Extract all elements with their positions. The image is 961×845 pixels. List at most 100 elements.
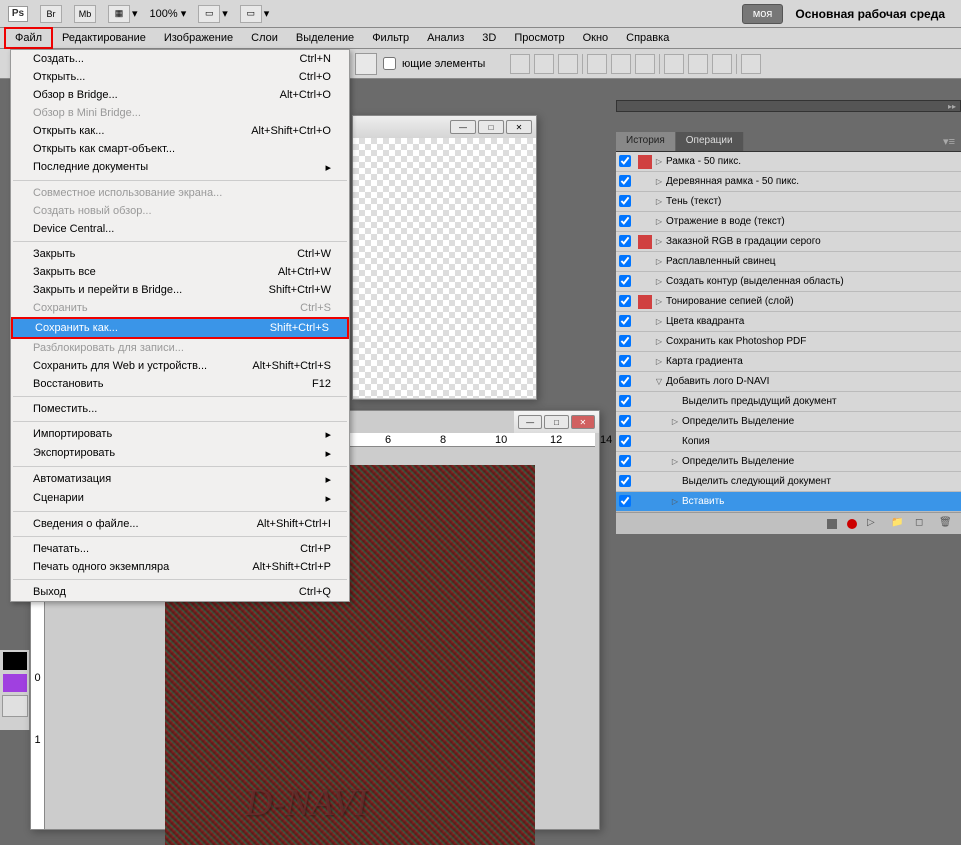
trash-icon[interactable]: 🗑 <box>939 517 953 531</box>
arrange-dropdown[interactable]: ▭▾ <box>240 5 270 23</box>
action-dialog-icon[interactable] <box>638 155 652 169</box>
action-row[interactable]: ▷Рамка - 50 пикс. <box>616 152 961 172</box>
file-menu-item[interactable]: Открыть как смарт-объект... <box>11 140 349 158</box>
file-menu-item[interactable]: ВыходCtrl+Q <box>11 583 349 601</box>
tab-actions[interactable]: Операции <box>676 132 744 151</box>
dist-btn-1[interactable] <box>664 54 684 74</box>
action-row[interactable]: ▷Тонирование сепией (слой) <box>616 292 961 312</box>
menu-edit[interactable]: Редактирование <box>53 29 155 47</box>
action-row[interactable]: ▷Тень (текст) <box>616 192 961 212</box>
menu-analysis[interactable]: Анализ <box>418 29 473 47</box>
mb-icon[interactable]: Mb <box>74 5 96 23</box>
action-row[interactable]: Копия <box>616 432 961 452</box>
action-dialog-icon[interactable] <box>638 415 652 429</box>
action-checkbox[interactable] <box>619 355 631 367</box>
file-menu-item[interactable]: ВосстановитьF12 <box>11 375 349 393</box>
action-dialog-icon[interactable] <box>638 215 652 229</box>
action-row[interactable]: ▷Определить Выделение <box>616 412 961 432</box>
action-dialog-icon[interactable] <box>638 315 652 329</box>
action-checkbox[interactable] <box>619 375 631 387</box>
action-checkbox[interactable] <box>619 455 631 467</box>
action-row[interactable]: ▷Создать контур (выделенная область) <box>616 272 961 292</box>
file-menu-item[interactable]: Открыть...Ctrl+O <box>11 68 349 86</box>
action-row[interactable]: ▷Сохранить как Photoshop PDF <box>616 332 961 352</box>
action-row[interactable]: ▷Цвета квадранта <box>616 312 961 332</box>
file-menu-item[interactable]: ЗакрытьCtrl+W <box>11 245 349 263</box>
file-menu-item[interactable]: Открыть как...Alt+Shift+Ctrl+O <box>11 122 349 140</box>
action-checkbox[interactable] <box>619 195 631 207</box>
file-menu-item[interactable]: Создать...Ctrl+N <box>11 50 349 68</box>
align-btn-3[interactable] <box>558 54 578 74</box>
align-btn-1[interactable] <box>510 54 530 74</box>
expand-triangle-icon[interactable]: ▷ <box>654 237 664 246</box>
menu-help[interactable]: Справка <box>617 29 678 47</box>
file-menu-item[interactable]: Поместить... <box>11 400 349 418</box>
action-row[interactable]: ▷Заказной RGB в градации серого <box>616 232 961 252</box>
my-button[interactable]: моя <box>742 4 784 24</box>
action-checkbox[interactable] <box>619 495 631 507</box>
action-row[interactable]: ▷Вставить <box>616 492 961 512</box>
close-icon[interactable]: ✕ <box>506 120 532 134</box>
foreground-color[interactable] <box>3 652 27 670</box>
action-dialog-icon[interactable] <box>638 195 652 209</box>
record-icon[interactable] <box>847 519 857 529</box>
action-row[interactable]: ▷Определить Выделение <box>616 452 961 472</box>
action-row[interactable]: ▷Деревянная рамка - 50 пикс. <box>616 172 961 192</box>
file-menu-item[interactable]: Сведения о файле...Alt+Shift+Ctrl+I <box>11 515 349 533</box>
expand-triangle-icon[interactable]: ▷ <box>654 157 664 166</box>
action-dialog-icon[interactable] <box>638 475 652 489</box>
action-checkbox[interactable] <box>619 295 631 307</box>
file-menu-item[interactable]: Обзор в Bridge...Alt+Ctrl+O <box>11 86 349 104</box>
file-menu-item[interactable]: Автоматизация▸ <box>11 470 349 489</box>
maximize-icon[interactable]: □ <box>544 415 568 429</box>
action-dialog-icon[interactable] <box>638 355 652 369</box>
action-checkbox[interactable] <box>619 155 631 167</box>
action-row[interactable]: ▷Карта градиента <box>616 352 961 372</box>
align-btn-2[interactable] <box>534 54 554 74</box>
expand-triangle-icon[interactable]: ▷ <box>654 197 664 206</box>
expand-triangle-icon[interactable]: ▷ <box>654 297 664 306</box>
action-checkbox[interactable] <box>619 175 631 187</box>
dist-btn-3[interactable] <box>712 54 732 74</box>
show-elements-checkbox[interactable] <box>383 57 396 70</box>
expand-triangle-icon[interactable]: ▷ <box>654 177 664 186</box>
action-row[interactable]: Выделить предыдущий документ <box>616 392 961 412</box>
action-checkbox[interactable] <box>619 475 631 487</box>
file-menu-item[interactable]: Закрыть всеAlt+Ctrl+W <box>11 263 349 281</box>
align-btn-4[interactable] <box>587 54 607 74</box>
action-checkbox[interactable] <box>619 435 631 447</box>
menu-filter[interactable]: Фильтр <box>363 29 418 47</box>
expand-triangle-icon[interactable]: ▽ <box>654 377 664 386</box>
action-row[interactable]: ▽Добавить лого D-NAVI <box>616 372 961 392</box>
screen-mode-dropdown[interactable]: ▭▾ <box>198 5 228 23</box>
file-menu-item[interactable]: Сценарии▸ <box>11 489 349 508</box>
minimize-icon[interactable]: — <box>450 120 476 134</box>
play-icon[interactable]: ▷ <box>867 517 881 531</box>
file-menu-item[interactable]: Сохранить для Web и устройств...Alt+Shif… <box>11 357 349 375</box>
align-btn-5[interactable] <box>611 54 631 74</box>
stop-icon[interactable] <box>827 519 837 529</box>
file-menu-item[interactable]: Сохранить как...Shift+Ctrl+S <box>11 317 349 339</box>
dist-btn-2[interactable] <box>688 54 708 74</box>
maximize-icon[interactable]: □ <box>478 120 504 134</box>
expand-triangle-icon[interactable]: ▷ <box>670 497 680 506</box>
menu-layers[interactable]: Слои <box>242 29 287 47</box>
action-dialog-icon[interactable] <box>638 275 652 289</box>
action-dialog-icon[interactable] <box>638 495 652 509</box>
menu-window[interactable]: Окно <box>574 29 618 47</box>
new-action-icon[interactable]: ◻ <box>915 517 929 531</box>
file-menu-item[interactable]: Последние документы▸ <box>11 158 349 177</box>
action-dialog-icon[interactable] <box>638 255 652 269</box>
action-checkbox[interactable] <box>619 275 631 287</box>
action-checkbox[interactable] <box>619 215 631 227</box>
expand-triangle-icon[interactable]: ▷ <box>654 337 664 346</box>
quickmask-icon[interactable] <box>2 695 28 717</box>
menu-image[interactable]: Изображение <box>155 29 242 47</box>
action-row[interactable]: ▷Расплавленный свинец <box>616 252 961 272</box>
tab-history[interactable]: История <box>616 132 676 151</box>
action-row[interactable]: Выделить следующий документ <box>616 472 961 492</box>
action-dialog-icon[interactable] <box>638 395 652 409</box>
expand-triangle-icon[interactable]: ▷ <box>654 317 664 326</box>
expand-triangle-icon[interactable]: ▷ <box>654 257 664 266</box>
action-checkbox[interactable] <box>619 415 631 427</box>
